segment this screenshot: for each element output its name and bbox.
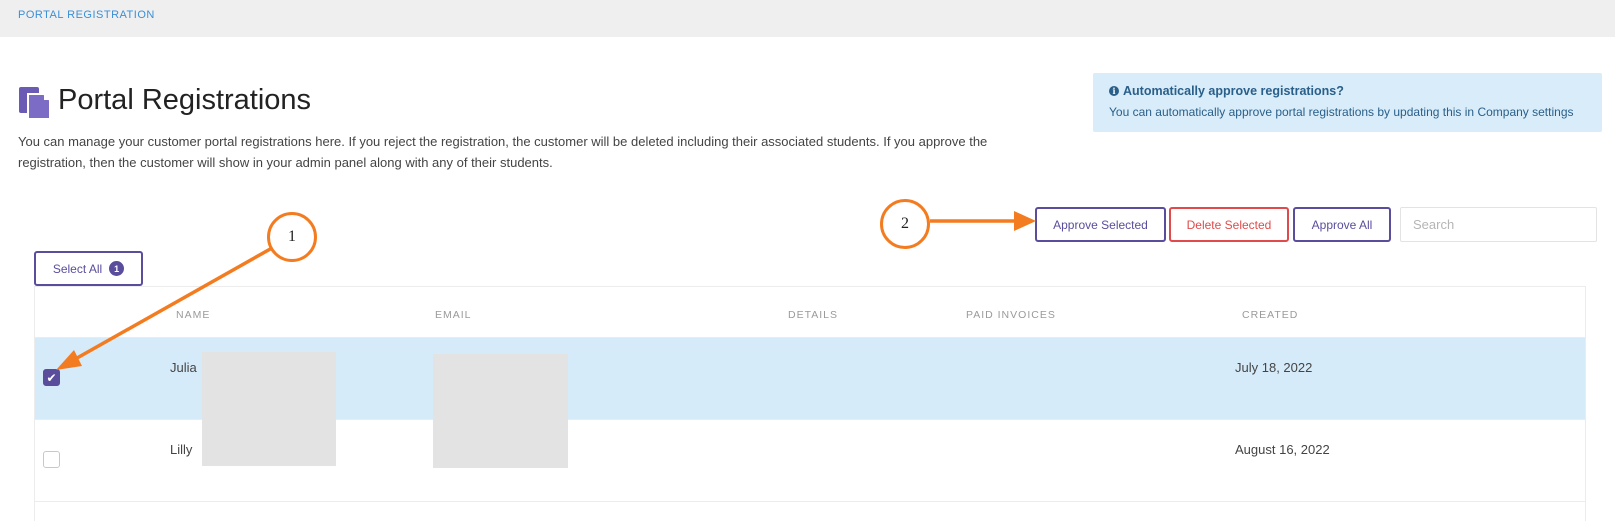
column-header-name[interactable]: NAME: [176, 309, 210, 321]
annotation-step-2: 2: [880, 199, 930, 249]
info-box-title: Automatically approve registrations?: [1123, 84, 1344, 98]
select-all-label: Select All: [52, 261, 103, 276]
auto-approve-info-box: i Automatically approve registrations? Y…: [1093, 73, 1602, 132]
select-all-button[interactable]: Select All 1: [34, 251, 143, 286]
arrow-2-head: [1014, 211, 1036, 231]
row-checkbox[interactable]: [43, 451, 60, 468]
redacted-email-block: [433, 354, 568, 468]
delete-selected-button[interactable]: Delete Selected: [1169, 207, 1289, 242]
table-header: NAME EMAIL DETAILS PAID INVOICES CREATED: [35, 287, 1585, 337]
info-box-text: You can automatically approve portal reg…: [1109, 105, 1574, 119]
row-checkbox-checked[interactable]: ✔: [43, 369, 60, 386]
page-title: Portal Registrations: [58, 84, 312, 116]
redacted-name-block: [202, 352, 336, 466]
document-stack-icon: [19, 87, 51, 120]
approve-selected-button[interactable]: Approve Selected: [1035, 207, 1166, 242]
column-header-created[interactable]: CREATED: [1242, 309, 1298, 321]
selected-count-badge: 1: [109, 261, 125, 276]
row-name: Lilly: [170, 442, 193, 457]
search-input[interactable]: [1400, 207, 1597, 242]
breadcrumb[interactable]: PORTAL REGISTRATION: [18, 9, 155, 21]
page-description: You can manage your customer portal regi…: [18, 134, 988, 170]
annotation-step-1: 1: [267, 212, 317, 262]
top-bar: PORTAL REGISTRATION: [0, 0, 1615, 37]
row-created: August 16, 2022: [1235, 442, 1330, 457]
column-header-paid-invoices[interactable]: PAID INVOICES: [966, 309, 1056, 321]
column-header-email[interactable]: EMAIL: [435, 309, 472, 321]
info-icon: i: [1109, 86, 1119, 96]
info-box-title-row: i Automatically approve registrations?: [1109, 84, 1586, 98]
approve-all-button[interactable]: Approve All: [1293, 207, 1391, 242]
row-created: July 18, 2022: [1235, 360, 1313, 375]
column-header-details[interactable]: DETAILS: [788, 309, 838, 321]
table-row[interactable]: [35, 501, 1585, 521]
row-name: Julia: [170, 360, 197, 375]
